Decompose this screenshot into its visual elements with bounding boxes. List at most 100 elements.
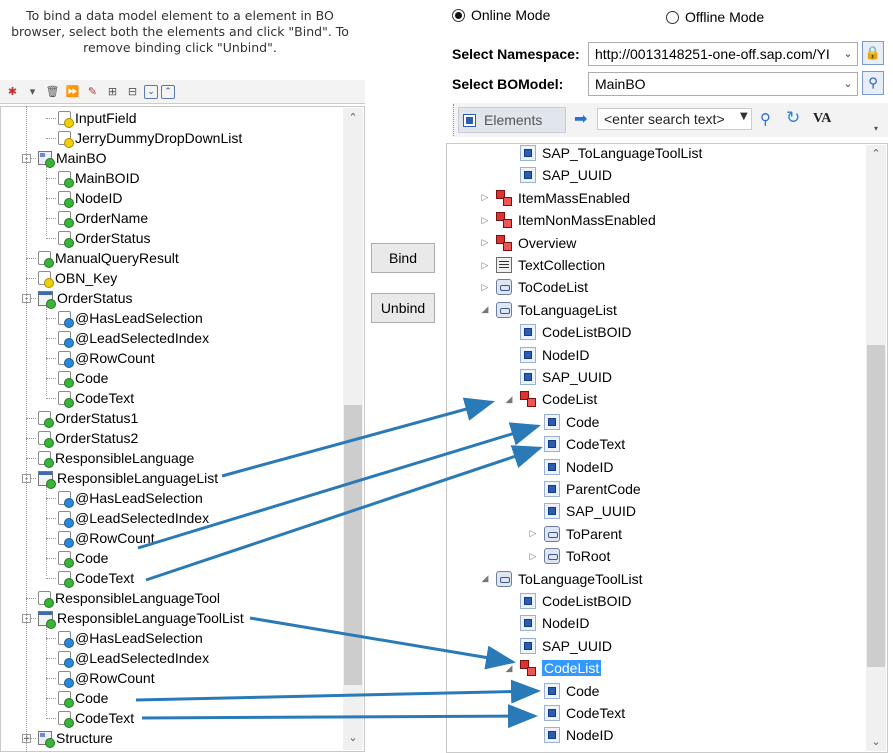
bo-tree-item[interactable]: NodeID [528, 725, 613, 745]
tree-item[interactable]: @HasLeadSelection [58, 628, 203, 648]
bo-tree-item[interactable]: Code [528, 681, 599, 701]
bo-tree-item[interactable]: ◢ ToLanguageList [480, 300, 617, 320]
expand-arrow-icon[interactable]: ▷ [480, 192, 490, 203]
tree-item[interactable]: ManualQueryResult [38, 248, 179, 268]
bind-button[interactable]: Bind [371, 243, 435, 273]
tree-item[interactable]: @RowCount [58, 528, 155, 548]
online-mode-radio[interactable] [452, 9, 465, 22]
new-icon[interactable]: ✱ [4, 84, 21, 100]
tree-item[interactable]: CodeText [58, 708, 134, 728]
bo-tree-item[interactable]: NodeID [504, 613, 589, 633]
search-icon[interactable]: ⚲ [760, 110, 771, 128]
bo-tree-item[interactable]: ◢ CodeList [504, 389, 597, 409]
tree-item[interactable]: JerryDummyDropDownList [58, 128, 242, 148]
tree-item[interactable]: MainBOID [58, 168, 140, 188]
collapse-arrow-icon[interactable]: ◢ [504, 663, 514, 674]
expand-arrow-icon[interactable]: ▷ [528, 551, 538, 562]
bo-tree-item[interactable]: ▷ ItemMassEnabled [480, 188, 630, 208]
tree-item[interactable]: OrderStatus [38, 288, 132, 309]
bo-tree-item[interactable]: SAP_UUID [504, 636, 612, 656]
bomodel-search-icon[interactable]: ⚲ [862, 71, 884, 95]
tree-item[interactable]: Code [58, 368, 108, 388]
tree-item[interactable]: MainBO [38, 148, 107, 168]
search-dropdown-icon[interactable]: ▼ [740, 111, 748, 122]
scroll-down-icon[interactable]: ⌄ [867, 734, 885, 750]
tree-item[interactable]: @HasLeadSelection [58, 308, 203, 328]
right-scrollbar-thumb[interactable] [867, 345, 885, 667]
elements-button[interactable]: Elements [458, 107, 566, 133]
bo-tree-item[interactable]: SAP_ToLanguageToolList [504, 143, 702, 163]
offline-mode-radio[interactable] [666, 11, 679, 24]
tree-item[interactable]: ResponsibleLanguage [38, 448, 194, 468]
namespace-select[interactable]: http://0013148251-one-off.sap.com/YI ⌄ [588, 42, 858, 66]
bo-tree-item[interactable]: SAP_UUID [504, 165, 612, 185]
bomodel-select[interactable]: MainBO ⌄ [588, 72, 858, 96]
bo-tree-item[interactable]: CodeListBOID [504, 322, 631, 342]
bo-tree-item[interactable]: SAP_UUID [528, 501, 636, 521]
tree-item[interactable]: Code [58, 688, 108, 708]
structure-icon[interactable]: ⊞ [104, 84, 121, 100]
collapse-arrow-icon[interactable]: ◢ [480, 573, 490, 584]
bind-wizard-icon[interactable]: ⏩ [64, 84, 81, 100]
bo-tree-item[interactable]: NodeID [504, 345, 589, 365]
bo-tree-item[interactable]: ◢ ToLanguageToolList [480, 569, 643, 589]
tree-item[interactable]: OrderName [58, 208, 148, 228]
refresh-icon[interactable]: ↻ [786, 108, 800, 128]
tree-item[interactable]: OrderStatus1 [38, 408, 138, 428]
unbind-button[interactable]: Unbind [371, 293, 435, 323]
expand-all-icon[interactable]: ⌄ [144, 84, 158, 99]
bo-tree-item[interactable]: ▷ ToCodeList [480, 277, 588, 297]
bo-tree-item[interactable]: CodeListBOID [504, 591, 631, 611]
bo-tree-item[interactable]: Code [528, 412, 599, 432]
bo-tree-item[interactable]: NodeID [528, 457, 613, 477]
collapse-arrow-icon[interactable]: ◢ [504, 394, 514, 405]
expand-arrow-icon[interactable]: ▷ [480, 237, 490, 248]
bo-tree-item[interactable]: CodeText [528, 434, 625, 454]
tree-item[interactable]: NodeID [58, 188, 122, 208]
collapse-all-icon[interactable]: ⌃ [161, 84, 175, 99]
tree-item[interactable]: @RowCount [58, 348, 155, 368]
bo-tree-item[interactable]: SAP_UUID [504, 367, 612, 387]
bo-tree-item[interactable]: ParentCode [528, 479, 641, 499]
tree-item[interactable]: @RowCount [58, 668, 155, 688]
bo-tree-item[interactable]: ▷ ToParent [528, 524, 622, 544]
expand-arrow-icon[interactable]: ▷ [480, 260, 490, 271]
tree-item[interactable]: @LeadSelectedIndex [58, 648, 209, 668]
bo-tree-item[interactable]: ▷ TextCollection [480, 255, 605, 275]
arrow-right-icon[interactable]: ➡ [574, 109, 587, 128]
tree-item[interactable]: InputField [58, 108, 136, 128]
collapse-arrow-icon[interactable]: ◢ [480, 304, 490, 315]
scroll-down-icon[interactable]: ⌄ [344, 730, 362, 746]
expand-arrow-icon[interactable]: ▷ [480, 282, 490, 293]
tree-item[interactable]: @LeadSelectedIndex [58, 508, 209, 528]
expand-arrow-icon[interactable]: ▷ [480, 215, 490, 226]
expand-arrow-icon[interactable]: ▷ [528, 528, 538, 539]
tree-item[interactable]: Structure [38, 728, 113, 748]
tree-item[interactable]: ResponsibleLanguageTool [38, 588, 220, 608]
dropdown-icon[interactable]: ▾ [24, 84, 41, 100]
delete-icon[interactable]: 🗑 [44, 84, 61, 100]
bo-tree-item[interactable]: ▷ ToRoot [528, 546, 610, 566]
edit-icon[interactable]: ✎ [84, 84, 101, 100]
tree-item[interactable]: ResponsibleLanguageToolList [38, 608, 244, 629]
tree-item[interactable]: ResponsibleLanguageList [38, 468, 218, 489]
tree-item[interactable]: OrderStatus2 [38, 428, 138, 448]
tree-item[interactable]: CodeText [58, 388, 134, 408]
tree-item[interactable]: CodeText [58, 568, 134, 588]
tree-item[interactable]: Code [58, 548, 108, 568]
search-input[interactable]: <enter search text> [597, 108, 752, 130]
scroll-up-icon[interactable]: ⌃ [344, 110, 362, 126]
hierarchy-icon[interactable]: ⊟ [124, 84, 141, 100]
toolbar-overflow-icon[interactable]: ▾ [874, 124, 878, 133]
tree-item[interactable]: OBN_Key [38, 268, 117, 288]
bo-tree-item[interactable]: ▷ Overview [480, 233, 576, 253]
namespace-browse-icon[interactable]: 🔒 [862, 41, 884, 65]
bo-tree-item[interactable]: ◢ CodeList [504, 658, 602, 678]
scroll-up-icon[interactable]: ⌃ [867, 146, 885, 162]
left-scrollbar-thumb[interactable] [344, 405, 362, 685]
va-button[interactable]: VA [813, 111, 831, 127]
tree-item[interactable]: OrderStatus [58, 228, 150, 248]
tree-item[interactable]: @HasLeadSelection [58, 488, 203, 508]
bo-tree-item[interactable]: CodeText [528, 703, 625, 723]
bo-tree-item[interactable]: ▷ ItemNonMassEnabled [480, 210, 656, 230]
